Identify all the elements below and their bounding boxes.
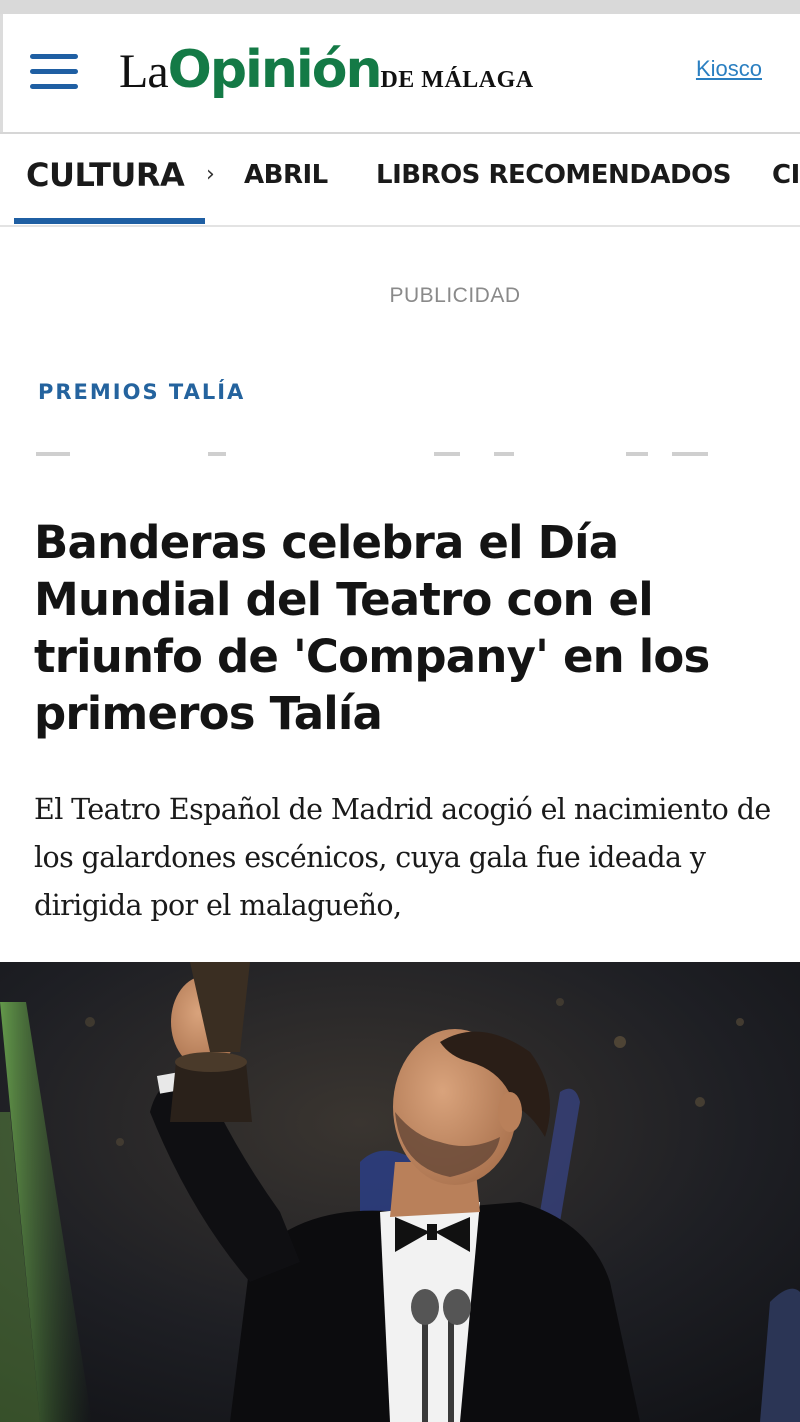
chevron-right-icon: › [206,162,215,187]
article-kicker[interactable]: PREMIOS TALÍA [38,380,245,404]
subnav-item-libros-recomendados[interactable]: LIBROS RECOMENDADOS [376,160,731,190]
section-subnav: CULTURA › ABRIL LIBROS RECOMENDADOS CI [0,134,800,226]
logo-la: La [119,45,169,98]
active-section-indicator [14,218,205,224]
site-header: LaOpiniónDE MÁLAGA Kiosco [0,14,800,132]
section-title[interactable]: CULTURA [26,156,185,194]
subnav-divider [0,225,800,227]
browser-top-strip [0,0,800,14]
article-headline: Banderas celebra el Día Mundial del Teat… [34,516,710,740]
hamburger-menu-icon[interactable] [30,54,78,90]
subnav-item-abril[interactable]: ABRIL [244,160,328,190]
kiosco-link[interactable]: Kiosco [696,56,762,82]
ad-label: PUBLICIDAD [389,284,521,307]
logo-de-malaga: DE MÁLAGA [380,67,534,93]
logo-opinion: Opinión [167,40,383,100]
site-logo[interactable]: LaOpiniónDE MÁLAGA [119,40,534,110]
article-standfirst: El Teatro Español de Madrid acogió el na… [34,793,771,922]
subnav-item-truncated[interactable]: CI [772,160,800,190]
scrolled-text-fragment [36,452,736,458]
article-photo[interactable] [0,962,800,1422]
photo-illustration [0,962,800,1422]
